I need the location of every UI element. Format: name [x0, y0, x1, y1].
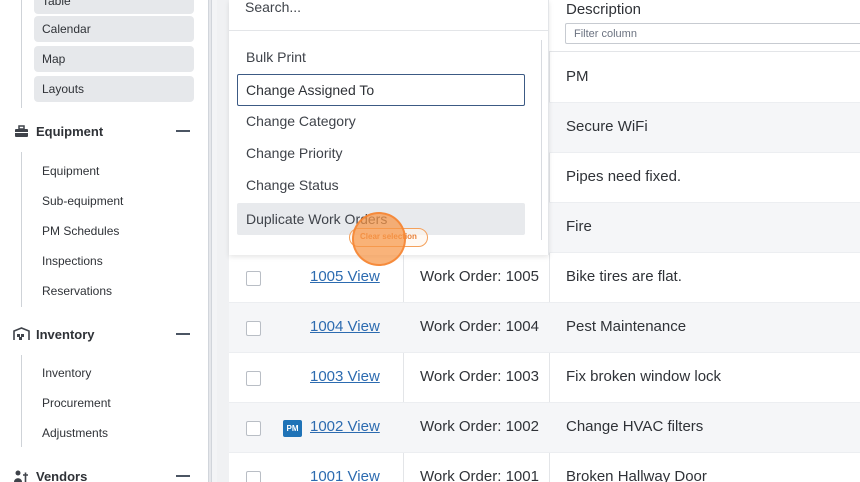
section-label-equipment: Equipment: [36, 123, 104, 139]
dropdown-scrollbar[interactable]: [541, 40, 542, 240]
row-checkbox[interactable]: [246, 471, 261, 482]
work-order-cell: Work Order: 1004: [420, 318, 539, 335]
table-row[interactable]: 1001 View Work Order: 1001 Broken Hallwa…: [229, 453, 860, 482]
section-label-vendors: Vendors: [36, 468, 88, 482]
menu-item-change-priority[interactable]: Change Priority: [237, 137, 525, 169]
row-checkbox[interactable]: [246, 421, 261, 436]
sidebar-section-vendors[interactable]: Vendors: [12, 464, 192, 482]
work-order-link[interactable]: 1005 View: [310, 268, 380, 285]
work-order-cell: Work Order: 1001: [420, 468, 539, 482]
work-order-cell: Work Order: 1003: [420, 368, 539, 385]
menu-item-change-assigned-to[interactable]: Change Assigned To: [237, 74, 525, 106]
sidebar-item-inspections[interactable]: Inspections: [42, 254, 103, 268]
description-cell: Pest Maintenance: [566, 318, 687, 335]
column-title-description: Description: [566, 1, 642, 18]
collapse-icon[interactable]: [176, 333, 190, 335]
description-cell: Secure WiFi: [566, 118, 648, 135]
table-row[interactable]: PM 1002 View Work Order: 1002 Change HVA…: [229, 403, 860, 453]
menu-item-bulk-print[interactable]: Bulk Print: [237, 41, 525, 73]
sidebar-resize-handle[interactable]: [208, 0, 212, 482]
sidebar-section-equipment[interactable]: Equipment: [12, 119, 192, 143]
sidebar-item-sub-equipment[interactable]: Sub-equipment: [42, 194, 123, 208]
description-cell: Fix broken window lock: [566, 368, 722, 385]
description-column-header: Description: [549, 0, 860, 52]
sidebar-item-equipment[interactable]: Equipment: [42, 164, 99, 178]
work-order-link[interactable]: 1003 View: [310, 368, 380, 385]
sidebar-item-layouts[interactable]: Layouts: [34, 76, 194, 102]
work-order-link[interactable]: 1004 View: [310, 318, 380, 335]
collapse-icon[interactable]: [176, 475, 190, 477]
collapse-icon[interactable]: [176, 130, 190, 132]
sidebar-item-calendar[interactable]: Calendar: [34, 16, 194, 42]
sidebar-item-pm-schedules[interactable]: PM Schedules: [42, 224, 119, 238]
sidebar-section-inventory[interactable]: Inventory: [12, 322, 192, 346]
work-order-link[interactable]: 1001 View: [310, 468, 380, 482]
table-row[interactable]: 1003 View Work Order: 1003 Fix broken wi…: [229, 353, 860, 403]
dropdown-search[interactable]: Search...: [229, 0, 549, 31]
description-cell: PM: [566, 68, 589, 85]
description-cell: Pipes need fixed.: [566, 168, 682, 185]
work-order-cell: Work Order: 1002: [420, 418, 539, 435]
dropdown-search-input[interactable]: Search...: [245, 0, 301, 15]
tree-guide-line: [21, 152, 22, 307]
description-cell: Change HVAC filters: [566, 418, 704, 435]
gutter: [217, 0, 229, 482]
pm-badge: PM: [283, 420, 302, 437]
filter-column-input[interactable]: [565, 23, 860, 44]
row-checkbox[interactable]: [246, 371, 261, 386]
description-cell: Fire: [566, 218, 592, 235]
warehouse-icon: [12, 326, 30, 342]
row-checkbox[interactable]: [246, 321, 261, 336]
sidebar: Table Calendar Map Layouts Equipment Equ…: [0, 0, 208, 482]
table-row[interactable]: 1004 View Work Order: 1004 Pest Maintena…: [229, 303, 860, 353]
work-order-link[interactable]: 1002 View: [310, 418, 380, 435]
tree-guide-line: [21, 355, 22, 447]
sidebar-item-adjustments[interactable]: Adjustments: [42, 426, 108, 440]
description-cell: Broken Hallway Door: [566, 468, 707, 482]
sidebar-item-table[interactable]: Table: [34, 0, 194, 14]
sidebar-item-reservations[interactable]: Reservations: [42, 284, 112, 298]
description-cell: Bike tires are flat.: [566, 268, 682, 285]
sidebar-item-inventory[interactable]: Inventory: [42, 366, 91, 380]
sidebar-item-procurement[interactable]: Procurement: [42, 396, 111, 410]
click-indicator: [352, 212, 406, 266]
work-order-cell: Work Order: 1005: [420, 268, 539, 285]
sidebar-item-map[interactable]: Map: [34, 46, 194, 72]
row-checkbox[interactable]: [246, 271, 261, 286]
menu-item-change-status[interactable]: Change Status: [237, 169, 525, 201]
table-row[interactable]: 1005 View Work Order: 1005 Bike tires ar…: [229, 253, 860, 303]
toolbox-icon: [12, 123, 30, 139]
tree-guide-line: [21, 0, 22, 108]
vendors-icon: [12, 468, 30, 482]
menu-item-change-category[interactable]: Change Category: [237, 105, 525, 137]
section-label-inventory: Inventory: [36, 326, 95, 342]
